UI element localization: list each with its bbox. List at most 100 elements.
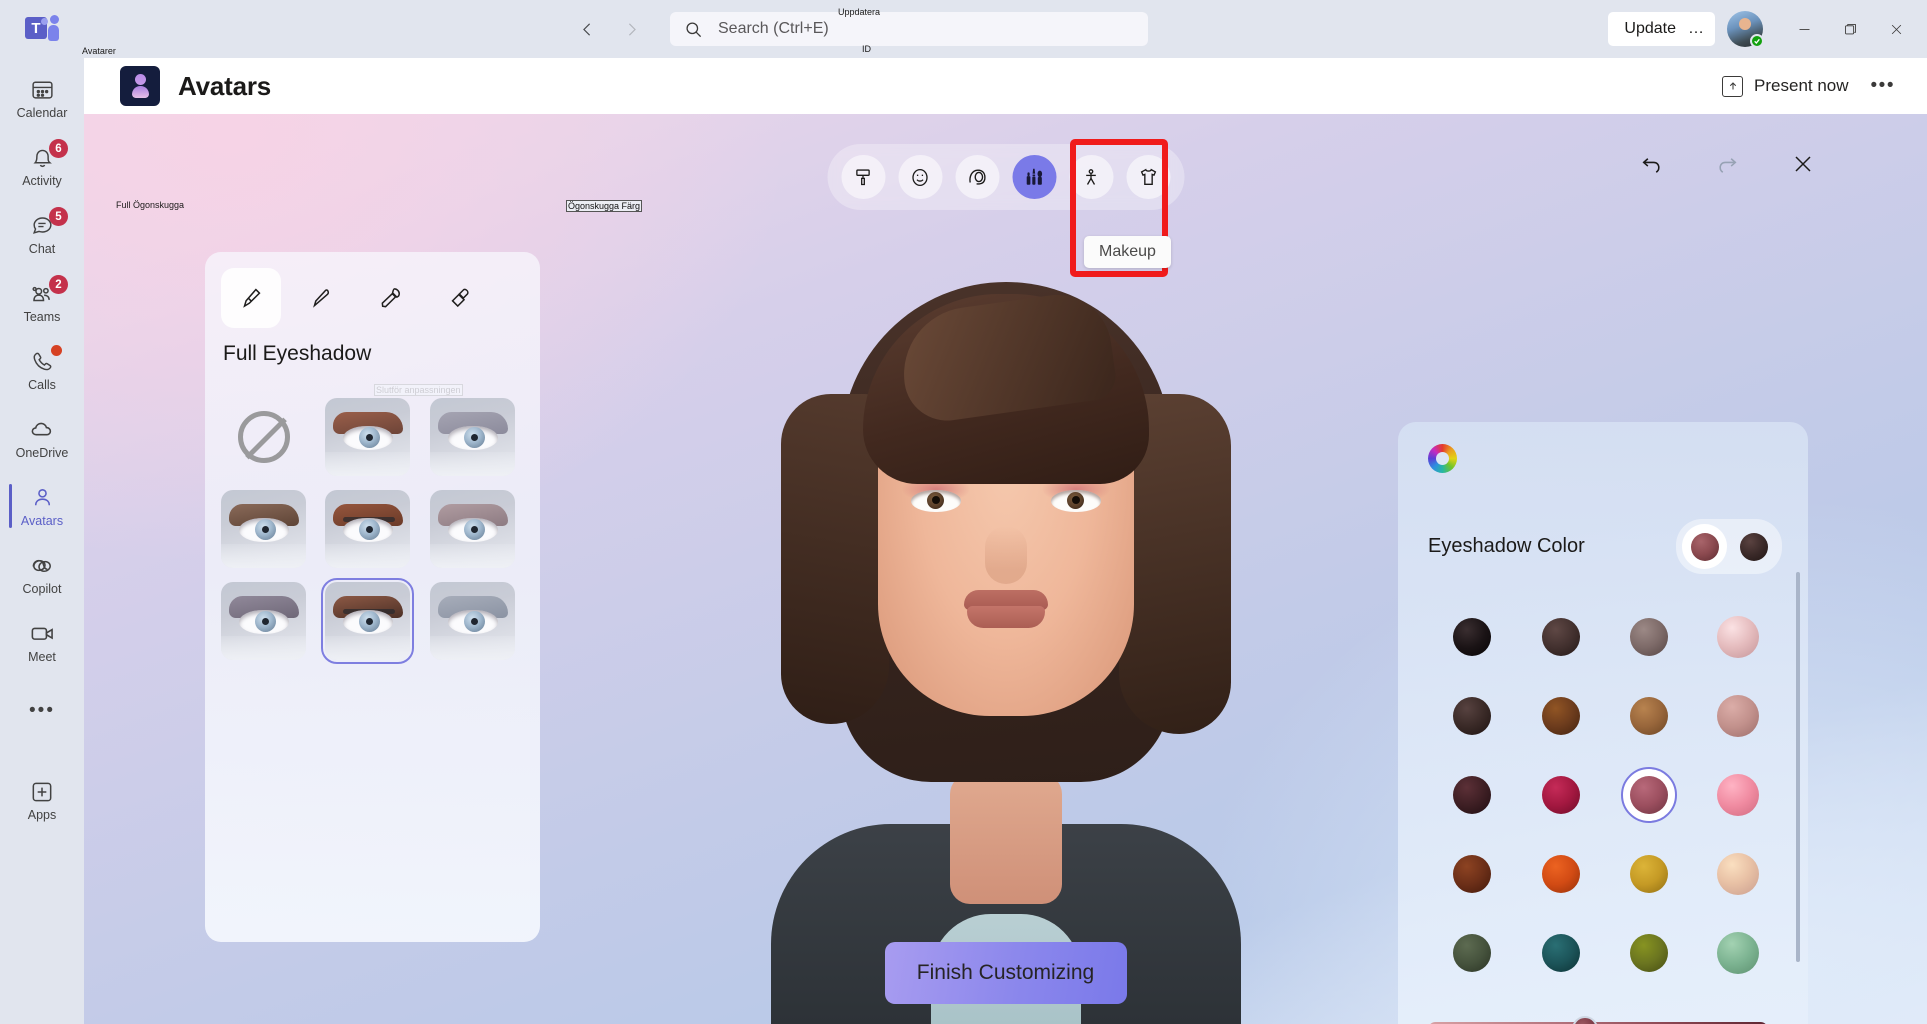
teams-window: T Search (Ctrl+E) Updat <box>0 0 1927 1024</box>
maximize-button[interactable] <box>1827 0 1873 58</box>
color-swatch[interactable] <box>1711 610 1765 664</box>
redo-icon[interactable] <box>1713 150 1741 178</box>
close-icon[interactable] <box>1789 150 1817 178</box>
finish-customizing-button[interactable]: Finish Customizing <box>885 942 1127 1004</box>
category-hair-button[interactable] <box>955 155 999 199</box>
color-swatch[interactable] <box>1445 610 1499 664</box>
color-swatch[interactable] <box>1445 689 1499 743</box>
sidebar-label: Chat <box>29 242 55 256</box>
badge-count: 2 <box>49 275 68 294</box>
more-horizontal-icon: ••• <box>29 701 55 720</box>
category-face-button[interactable] <box>898 155 942 199</box>
sidebar-item-meet[interactable]: Meet <box>0 608 84 676</box>
color-panel-scrollbar[interactable] <box>1796 572 1800 962</box>
forward-button[interactable] <box>616 14 646 44</box>
sidebar-item-apps[interactable]: Apps <box>0 766 84 834</box>
color-swatch[interactable] <box>1622 926 1676 980</box>
color-slot-secondary[interactable] <box>1731 524 1776 569</box>
avatar-preview[interactable] <box>771 274 1241 1024</box>
color-swatch[interactable] <box>1622 689 1676 743</box>
sidebar-item-avatars[interactable]: Avatars <box>0 472 84 540</box>
eyeshadow-style-8[interactable] <box>430 582 515 660</box>
color-swatch[interactable] <box>1711 768 1765 822</box>
present-now-label: Present now <box>1754 76 1849 96</box>
color-swatch[interactable] <box>1534 610 1588 664</box>
calendar-icon <box>28 77 56 103</box>
color-swatch-selected[interactable] <box>1622 768 1676 822</box>
color-swatch[interactable] <box>1622 610 1676 664</box>
sidebar-item-calendar[interactable]: Calendar <box>0 64 84 132</box>
badge-count: 6 <box>49 139 68 158</box>
eyeshadow-style-5[interactable] <box>430 490 515 568</box>
sidebar-item-teams[interactable]: 2 Teams <box>0 268 84 336</box>
color-swatch[interactable] <box>1534 768 1588 822</box>
sidebar-label: Copilot <box>23 582 62 596</box>
minimize-button[interactable] <box>1781 0 1827 58</box>
color-slot-primary[interactable] <box>1682 524 1727 569</box>
panel-title: Full Eyeshadow <box>223 342 524 366</box>
back-button[interactable] <box>572 14 602 44</box>
eye-cheek <box>325 544 410 568</box>
tool-eyeshadow-button[interactable] <box>221 268 281 328</box>
color-swatch[interactable] <box>1711 847 1765 901</box>
cloud-icon <box>28 417 56 443</box>
color-swatch[interactable] <box>1445 768 1499 822</box>
color-slot-toggle <box>1676 519 1782 574</box>
title-bar: T Search (Ctrl+E) Updat <box>0 0 1927 58</box>
category-appearance-button[interactable] <box>841 155 885 199</box>
color-swatch-grid <box>1428 610 1782 980</box>
eye-thumb <box>448 610 498 634</box>
color-wheel-hole <box>1436 452 1449 465</box>
present-now-button[interactable]: Present now <box>1722 76 1849 97</box>
color-swatch[interactable] <box>1534 847 1588 901</box>
avatar-head <box>1739 18 1751 30</box>
eyeshadow-style-2[interactable] <box>430 398 515 476</box>
color-swatch[interactable] <box>1622 847 1676 901</box>
sidebar-item-calls[interactable]: Calls <box>0 336 84 404</box>
close-button[interactable] <box>1873 0 1919 58</box>
undo-icon[interactable] <box>1637 150 1665 178</box>
eye-cheek <box>325 452 410 476</box>
update-more-icon[interactable]: … <box>1688 20 1705 38</box>
eyeshadow-style-3[interactable] <box>221 490 306 568</box>
color-swatch[interactable] <box>1711 689 1765 743</box>
eyeshadow-style-1[interactable] <box>325 398 410 476</box>
color-swatch[interactable] <box>1534 926 1588 980</box>
search-placeholder: Search (Ctrl+E) <box>718 20 829 38</box>
update-label: Update <box>1624 20 1676 38</box>
primary-color-sphere <box>1691 533 1719 561</box>
intensity-slider[interactable] <box>1428 1016 1782 1024</box>
eyeshadow-style-6[interactable] <box>221 582 306 660</box>
tool-eyeliner-button[interactable] <box>291 268 351 328</box>
eyeshadow-style-4[interactable] <box>325 490 410 568</box>
color-swatch[interactable] <box>1711 926 1765 980</box>
eyeshadow-style-7[interactable] <box>325 582 410 660</box>
avatars-app-icon <box>120 66 160 106</box>
avatar-nose <box>985 526 1027 584</box>
sidebar-item-onedrive[interactable]: OneDrive <box>0 404 84 472</box>
sidebar-item-activity[interactable]: 6 Activity <box>0 132 84 200</box>
avatar-eye-left <box>911 490 961 512</box>
update-button[interactable]: Update … <box>1608 12 1715 46</box>
sidebar-item-copilot[interactable]: Copilot <box>0 540 84 608</box>
color-swatch[interactable] <box>1445 926 1499 980</box>
color-swatch[interactable] <box>1445 847 1499 901</box>
person-icon <box>28 485 56 511</box>
eye-thumb <box>343 610 393 634</box>
tool-lipstick-button[interactable] <box>431 268 491 328</box>
category-makeup-button[interactable] <box>1012 155 1056 199</box>
avatar[interactable] <box>1727 11 1763 47</box>
eye-thumb <box>343 518 393 542</box>
slider-thumb[interactable] <box>1572 1016 1598 1024</box>
sidebar-item-chat[interactable]: 5 Chat <box>0 200 84 268</box>
category-body-button[interactable] <box>1069 155 1113 199</box>
eye-cheek <box>430 636 515 660</box>
more-horizontal-icon[interactable]: ••• <box>1871 75 1895 97</box>
color-swatch[interactable] <box>1534 689 1588 743</box>
sidebar-item-more[interactable]: ••• <box>0 676 84 744</box>
search-input[interactable]: Search (Ctrl+E) <box>670 12 1148 46</box>
color-wheel-icon[interactable] <box>1428 444 1457 473</box>
tool-blush-button[interactable] <box>361 268 421 328</box>
category-clothing-button[interactable] <box>1126 155 1170 199</box>
eyeshadow-style-none[interactable] <box>221 398 306 476</box>
